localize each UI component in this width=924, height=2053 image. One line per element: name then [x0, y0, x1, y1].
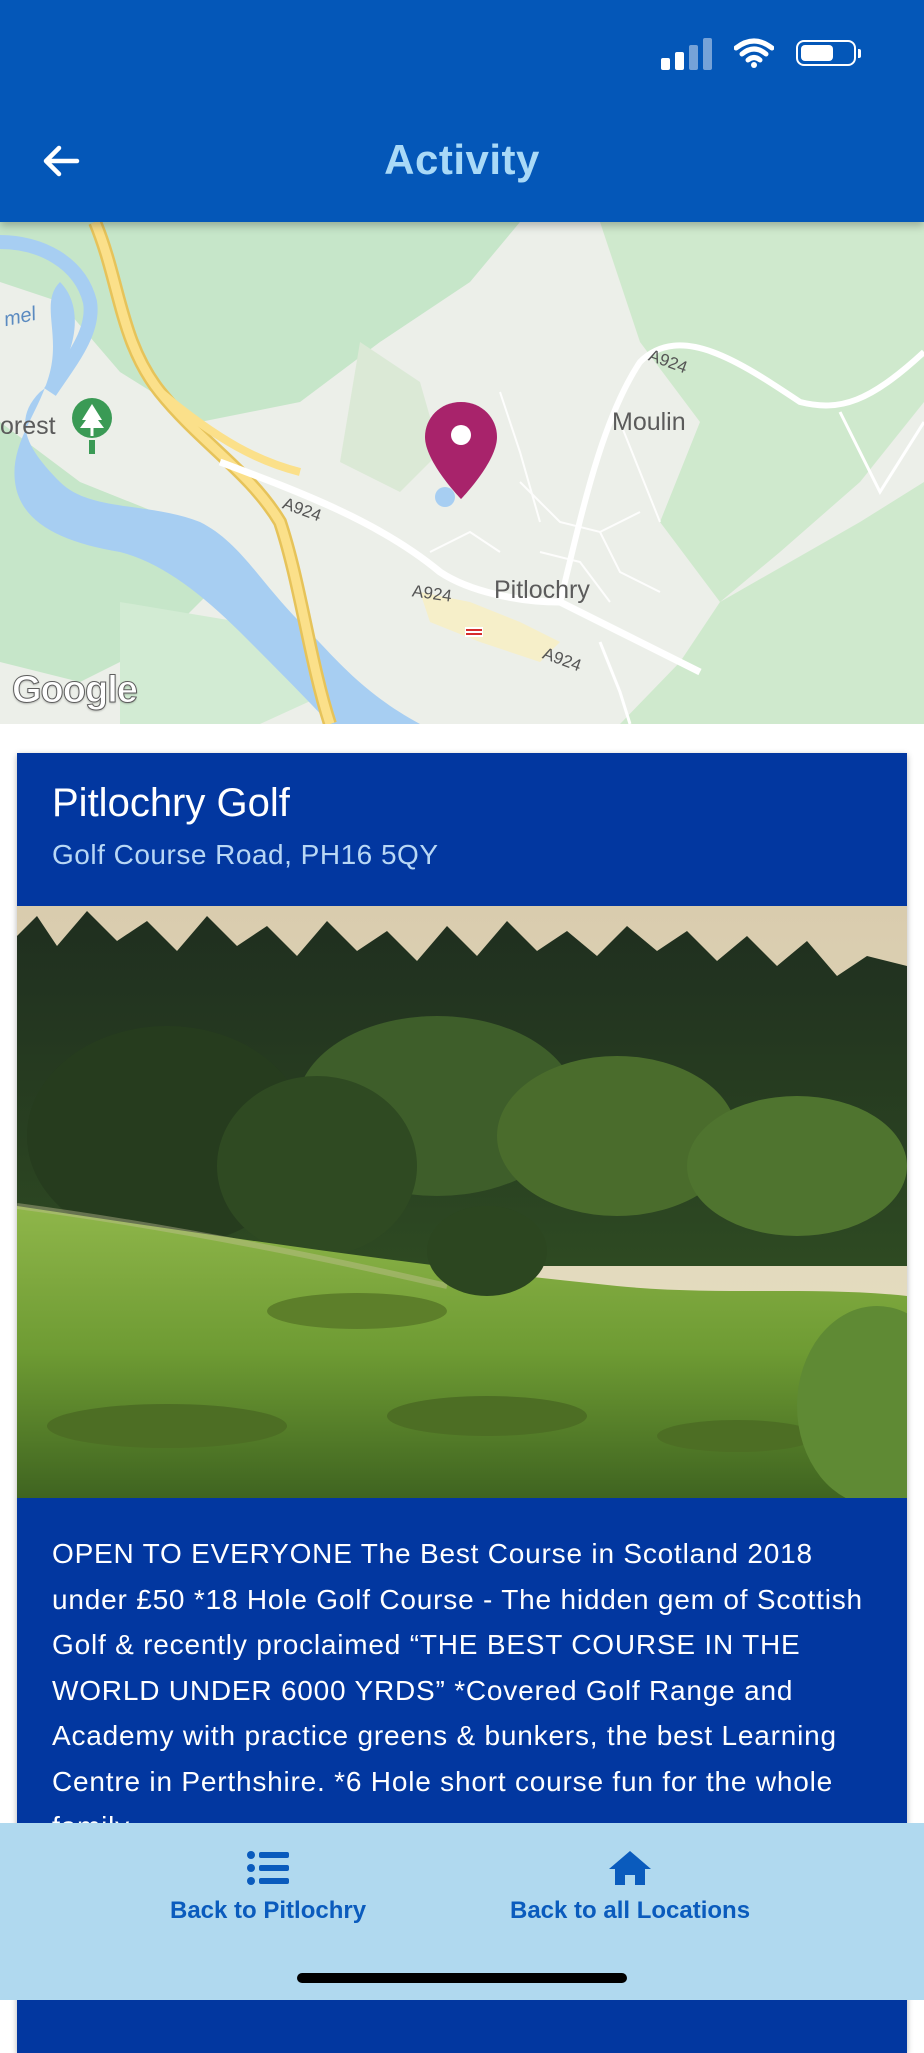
- page-title: Activity: [384, 136, 540, 183]
- golf-course-photo: [17, 906, 907, 1498]
- home-icon: [609, 1851, 652, 1885]
- back-to-all-locations-button[interactable]: Back to all Locations: [510, 1849, 750, 1925]
- map-label-moulin: Moulin: [612, 408, 686, 436]
- activity-address: Golf Course Road, PH16 5QY: [52, 839, 439, 870]
- bottom-navigation: Back to Pitlochry Back to all Locations: [0, 1823, 924, 2000]
- location-pin-icon[interactable]: [425, 402, 497, 499]
- map-label-forest: orest: [0, 412, 56, 440]
- cellular-signal-icon: [661, 36, 712, 70]
- map-label-pitlochry: Pitlochry: [494, 576, 590, 604]
- battery-icon: [796, 40, 861, 66]
- list-icon: [247, 1851, 290, 1885]
- back-to-pitlochry-button[interactable]: Back to Pitlochry: [170, 1849, 366, 1925]
- google-logo: Google: [12, 669, 139, 712]
- back-to-pitlochry-label: Back to Pitlochry: [170, 1897, 367, 1924]
- map-tiles: [0, 222, 924, 724]
- activity-title: Pitlochry Golf: [52, 781, 290, 825]
- back-to-all-locations-label: Back to all Locations: [510, 1897, 751, 1924]
- location-map[interactable]: Moulin Pitlochry orest mel A924 A924 A92…: [0, 222, 924, 724]
- app-header: Activity: [0, 0, 924, 222]
- activity-description: OPEN TO EVERYONE The Best Course in Scot…: [52, 1538, 863, 1842]
- wifi-icon: [734, 38, 774, 68]
- home-indicator[interactable]: [297, 1973, 627, 1983]
- forest-marker-icon: [72, 398, 112, 454]
- status-bar: [661, 36, 861, 70]
